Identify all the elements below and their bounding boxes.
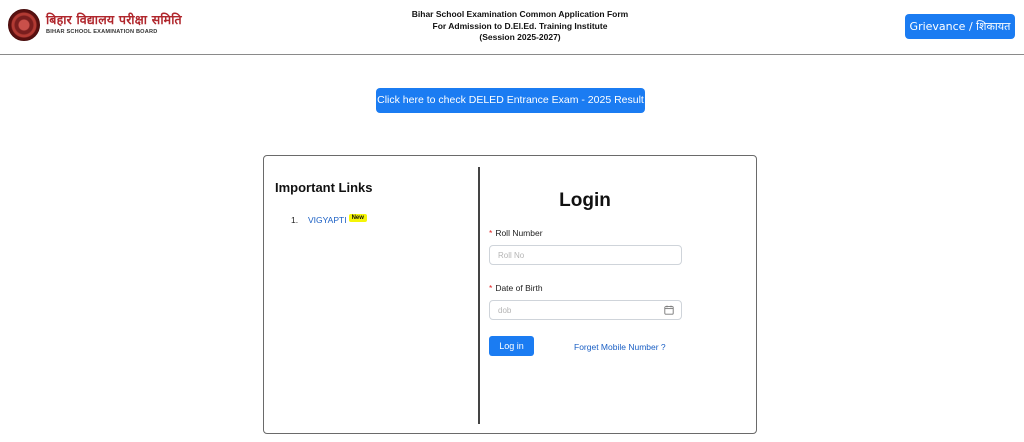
title-line-1: Bihar School Examination Common Applicat… bbox=[411, 9, 629, 19]
logo-hindi-name: बिहार विद्यालय परीक्षा समिति bbox=[46, 11, 182, 27]
grievance-button[interactable]: Grievance / शिकायत bbox=[905, 14, 1015, 39]
dob-label-text: Date of Birth bbox=[495, 283, 543, 293]
vigyapti-link[interactable]: VIGYAPTI bbox=[308, 215, 347, 225]
check-result-button[interactable]: Click here to check DELED Entrance Exam … bbox=[376, 88, 645, 113]
roll-number-label-text: Roll Number bbox=[495, 228, 543, 238]
board-seal-icon bbox=[8, 9, 40, 41]
card-divider bbox=[478, 167, 480, 424]
login-title: Login bbox=[559, 190, 611, 211]
board-logo[interactable]: बिहार विद्यालय परीक्षा समिति BIHAR SCHOO… bbox=[8, 9, 182, 41]
page-title: Bihar School Examination Common Applicat… bbox=[360, 9, 680, 44]
dob-label: * Date of Birth bbox=[489, 283, 543, 293]
roll-number-label: * Roll Number bbox=[489, 228, 543, 238]
forget-mobile-link[interactable]: Forget Mobile Number ? bbox=[574, 342, 666, 352]
title-line-3: (Session 2025-2027) bbox=[479, 32, 561, 42]
list-item-number: 1. bbox=[291, 215, 299, 225]
dob-input[interactable] bbox=[489, 300, 682, 320]
required-mark: * bbox=[489, 283, 493, 293]
login-button[interactable]: Log in bbox=[489, 336, 534, 356]
roll-number-input[interactable] bbox=[489, 245, 682, 265]
new-badge: New bbox=[348, 214, 367, 222]
title-line-2: For Admission to D.El.Ed. Training Insti… bbox=[432, 20, 608, 31]
calendar-icon[interactable] bbox=[664, 305, 674, 315]
required-mark: * bbox=[489, 228, 493, 238]
top-header: बिहार विद्यालय परीक्षा समिति BIHAR SCHOO… bbox=[0, 0, 1024, 55]
logo-text: बिहार विद्यालय परीक्षा समिति BIHAR SCHOO… bbox=[46, 11, 182, 36]
logo-english-name: BIHAR SCHOOL EXAMINATION BOARD bbox=[46, 29, 158, 36]
important-links-title: Important Links bbox=[275, 180, 373, 195]
list-item: 1. VIGYAPTI New bbox=[291, 214, 367, 225]
login-card bbox=[263, 155, 757, 434]
